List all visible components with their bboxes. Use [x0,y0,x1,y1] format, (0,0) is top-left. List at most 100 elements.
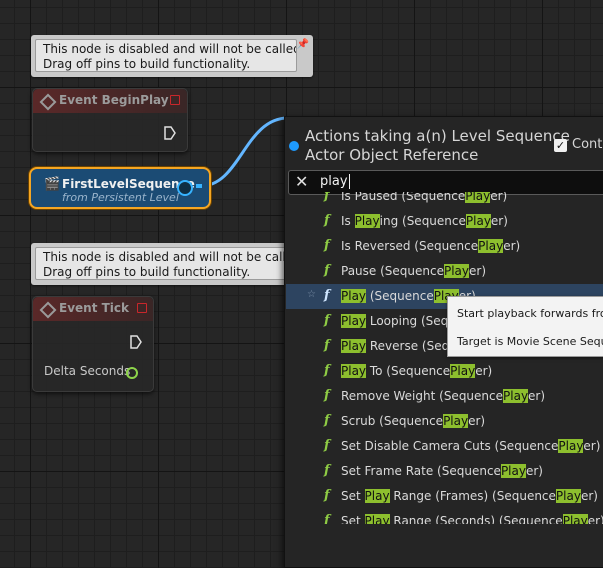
action-item-label: Play To (SequencePlayer) [341,364,492,378]
menu-title: Actions taking a(n) Level Sequence Actor… [305,127,570,165]
search-value[interactable]: play [320,174,350,189]
search-match-highlight: Play [555,489,581,503]
label-segment: (Sequence [366,289,434,303]
label-segment: Range (Frames) (Sequence [389,489,556,503]
label-segment: Set Frame Rate (Sequence [341,464,501,478]
action-item-label: Pause (SequencePlayer) [341,264,486,278]
label-segment: er) [587,514,603,524]
action-item[interactable]: f Remove Weight (SequencePlayer) [286,384,603,409]
action-item[interactable]: f Scrub (SequencePlayer) [286,409,603,434]
search-match-highlight: Play [465,214,491,228]
action-list[interactable]: f Is Paused (SequencePlayer) f Is Playing (… [286,192,603,524]
delta-seconds-pin[interactable] [126,367,138,379]
search-match-highlight: Play [478,239,504,253]
function-icon: f [324,213,330,228]
function-icon: f [324,192,330,203]
delta-seconds-label: Delta Seconds [44,364,131,378]
pushpin-icon[interactable]: 📌 [297,39,309,50]
search-match-highlight: Play [354,214,380,228]
action-item[interactable]: f Is Reversed (SequencePlayer) [286,234,603,259]
node-title: Event BeginPlay [59,93,169,107]
label-segment: Is Paused (Sequence [341,192,466,203]
search-match-highlight: Play [364,489,390,503]
search-match-highlight: Play [341,364,367,378]
search-match-highlight: Play [465,192,491,203]
label-segment: er) [490,192,508,203]
menu-title-line: Actions taking a(n) Level Sequence [305,127,570,145]
function-icon: f [324,513,330,524]
action-item-label: Is Reversed (SequencePlayer) [341,239,520,253]
action-item-label: Set Play Range (Seconds) (SequencePlayer… [341,514,603,524]
function-icon: f [324,438,330,453]
label-segment: er) [468,414,486,428]
function-icon: f [324,413,330,428]
search-match-highlight: Play [450,364,476,378]
action-item-label: Set Frame Rate (SequencePlayer) [341,464,543,478]
comment-text: This node is disabled and will not be ca… [35,247,293,280]
disabled-comment-box[interactable]: This node is disabled and will not be ca… [31,35,313,77]
label-segment: er) [583,439,601,453]
action-item-label: Scrub (SequencePlayer) [341,414,485,428]
label-segment: Set [341,514,365,524]
label-segment: Is Reversed (Sequence [341,239,479,253]
disabled-comment-box[interactable]: This node is disabled and will not be ca… [31,243,293,285]
exec-output-pin[interactable] [130,335,142,349]
label-segment: er) [475,364,493,378]
event-beginplay-node[interactable]: Event BeginPlay [32,88,188,152]
action-item[interactable]: f Set Disable Camera Cuts (SequencePlayer… [286,434,603,459]
action-item-label: Set Disable Camera Cuts (SequencePlayer) [341,439,600,453]
comment-line: Drag off pins to build functionality. [43,265,251,279]
search-match-highlight: Play [364,514,390,524]
function-icon: f [324,463,330,478]
function-icon: f [324,238,330,253]
label-segment: ing (Sequence [379,214,466,228]
action-item[interactable]: f Set Frame Rate (SequencePlayer) [286,459,603,484]
comment-text: This node is disabled and will not be ca… [35,39,297,72]
comment-line: This node is disabled and will not be ca… [43,42,297,56]
label-segment: Set [341,489,365,503]
action-item-label: Is Playing (SequencePlayer) [341,214,508,228]
action-item[interactable]: f Play To (SequencePlayer) [286,359,603,384]
label-segment: Remove Weight (Sequence [341,389,504,403]
function-icon: f [324,313,330,328]
action-item[interactable]: f Is Paused (SequencePlayer) [286,192,603,209]
delegate-pin[interactable] [137,303,147,313]
action-item[interactable]: f Set Play Range (Frames) (SequencePlayer… [286,484,603,509]
context-sensitive-checkbox[interactable]: ✓ [554,139,567,152]
search-match-highlight: Play [562,514,588,524]
object-output-pin[interactable] [177,180,193,196]
search-match-highlight: Play [341,314,367,328]
function-icon: f [324,288,330,303]
function-icon: f [324,388,330,403]
search-match-highlight: Play [341,339,367,353]
favorite-star-icon[interactable]: ☆ [307,289,316,300]
close-icon[interactable]: ✕ [295,173,308,191]
node-title: FirstLevelSequence [62,177,195,191]
first-level-sequence-node[interactable]: 🎬 FirstLevelSequence from Persistent Lev… [29,167,211,209]
action-item[interactable]: f Pause (SequencePlayer) [286,259,603,284]
function-icon: f [324,363,330,378]
label-segment: er) [469,264,487,278]
node-title: Event Tick [59,301,130,315]
search-match-highlight: Play [558,439,584,453]
function-icon: f [324,263,330,278]
label-segment: er) [528,389,546,403]
context-sensitive-label: Conte [572,137,603,152]
label-segment: er) [490,214,508,228]
label-segment: To (Sequence [366,364,451,378]
exec-output-pin[interactable] [164,126,176,140]
node-subtitle: from Persistent Level [62,191,179,204]
search-match-highlight: Play [500,464,526,478]
tooltip-line: Start playback forwards fro [457,307,603,320]
action-item[interactable]: f Set Play Range (Seconds) (SequencePlaye… [286,509,603,524]
pin-arrow-icon [196,184,202,188]
search-match-highlight: Play [443,264,470,278]
label-segment: er) [503,239,521,253]
function-icon: f [324,488,330,503]
tooltip-line: Target is Movie Scene Sequ [457,335,603,348]
delegate-pin[interactable] [170,95,180,105]
function-icon: f [324,338,330,353]
clapperboard-icon: 🎬 [44,177,61,192]
action-item[interactable]: f Is Playing (SequencePlayer) [286,209,603,234]
label-segment: Is [341,214,355,228]
